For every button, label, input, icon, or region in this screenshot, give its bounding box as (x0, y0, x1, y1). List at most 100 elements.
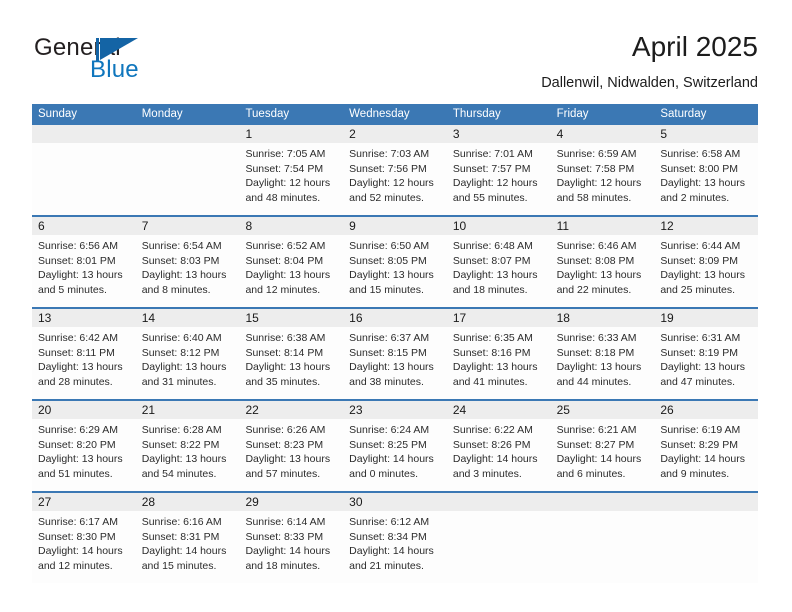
day-number[interactable]: 24 (447, 401, 551, 419)
day-cell[interactable]: Sunrise: 6:35 AM Sunset: 8:16 PM Daylight:… (447, 327, 551, 399)
day-daylight-line2-text: and 0 minutes. (349, 467, 419, 480)
day-cell[interactable]: Sunrise: 6:33 AM Sunset: 8:18 PM Daylight:… (551, 327, 655, 399)
day-number[interactable]: 22 (239, 401, 343, 419)
day-sunrise-text: Sunrise: 6:14 AM (245, 516, 326, 528)
day-number[interactable]: 16 (343, 309, 447, 327)
day-cell[interactable]: Sunrise: 6:54 AM Sunset: 8:03 PM Daylight:… (136, 235, 240, 307)
day-number[interactable]: 18 (551, 309, 655, 327)
day-number[interactable]: 15 (239, 309, 343, 327)
day-sunrise-text: Sunrise: 6:24 AM (349, 424, 430, 436)
day-cell[interactable]: Sunrise: 6:14 AM Sunset: 8:33 PM Daylight:… (239, 511, 343, 583)
day-number[interactable]: 20 (32, 401, 136, 419)
day-cell[interactable]: Sunrise: 6:12 AM Sunset: 8:34 PM Daylight:… (343, 511, 447, 583)
day-number[interactable]: 19 (654, 309, 758, 327)
day-number[interactable]: 14 (136, 309, 240, 327)
day-number[interactable]: 8 (239, 217, 343, 235)
week-daynumber-band: 20 21 22 23 24 25 26 (32, 401, 758, 419)
day-number[interactable]: 1 (239, 125, 343, 143)
day-sunset-text: Sunset: 8:07 PM (452, 254, 531, 267)
day-sunrise-text: Sunrise: 6:31 AM (660, 332, 741, 344)
day-sunset-text: Sunset: 7:57 PM (452, 162, 531, 175)
day-daylight-line2-text: and 28 minutes. (38, 375, 113, 388)
day-cell[interactable]: Sunrise: 6:28 AM Sunset: 8:22 PM Daylight:… (136, 419, 240, 491)
day-number[interactable]: 6 (32, 217, 136, 235)
day-number-empty (551, 493, 655, 511)
weekday-header-tuesday: Tuesday (245, 108, 290, 120)
day-number[interactable]: 26 (654, 401, 758, 419)
day-cell[interactable]: Sunrise: 6:19 AM Sunset: 8:29 PM Daylight:… (654, 419, 758, 491)
brand-logo[interactable]: General Blue (34, 34, 224, 88)
day-sunrise-text: Sunrise: 6:46 AM (556, 240, 637, 252)
day-daylight-line1-text: Daylight: 13 hours (38, 269, 123, 281)
day-cell[interactable]: Sunrise: 6:24 AM Sunset: 8:25 PM Daylight:… (343, 419, 447, 491)
page-header: General Blue April 2025 Dallenwil, Nidwa… (0, 0, 792, 100)
day-daylight-line1-text: Daylight: 13 hours (660, 269, 745, 281)
day-cell[interactable]: Sunrise: 7:01 AM Sunset: 7:57 PM Daylight:… (447, 143, 551, 215)
day-sunrise-text: Sunrise: 6:40 AM (141, 332, 222, 344)
day-cell[interactable]: Sunrise: 6:44 AM Sunset: 8:09 PM Daylight:… (654, 235, 758, 307)
day-cell[interactable]: Sunrise: 6:26 AM Sunset: 8:23 PM Daylight:… (239, 419, 343, 491)
day-number[interactable]: 4 (551, 125, 655, 143)
day-cell[interactable]: Sunrise: 6:42 AM Sunset: 8:11 PM Daylight:… (32, 327, 136, 399)
day-number[interactable]: 2 (343, 125, 447, 143)
day-sunset-text: Sunset: 8:16 PM (452, 346, 531, 359)
day-cell[interactable]: Sunrise: 6:29 AM Sunset: 8:20 PM Daylight:… (32, 419, 136, 491)
day-sunrise-text: Sunrise: 6:48 AM (452, 240, 533, 252)
day-cell[interactable]: Sunrise: 6:21 AM Sunset: 8:27 PM Daylight:… (551, 419, 655, 491)
day-number[interactable]: 3 (447, 125, 551, 143)
day-number[interactable]: 11 (551, 217, 655, 235)
day-daylight-line2-text: and 57 minutes. (245, 467, 321, 480)
day-cell[interactable]: Sunrise: 6:37 AM Sunset: 8:15 PM Daylight:… (343, 327, 447, 399)
day-sunrise-text: Sunrise: 6:12 AM (349, 516, 430, 528)
day-number[interactable]: 17 (447, 309, 551, 327)
day-sunrise-text: Sunrise: 6:19 AM (660, 424, 741, 436)
day-daylight-line1-text: Daylight: 13 hours (38, 453, 123, 465)
day-daylight-line1-text: Daylight: 14 hours (245, 545, 331, 557)
day-daylight-line2-text: and 38 minutes. (349, 375, 424, 388)
day-cell[interactable]: Sunrise: 7:05 AM Sunset: 7:54 PM Daylight:… (239, 143, 343, 215)
day-cell[interactable]: Sunrise: 6:52 AM Sunset: 8:04 PM Daylight:… (239, 235, 343, 307)
day-daylight-line2-text: and 41 minutes. (452, 375, 528, 388)
day-number[interactable]: 28 (136, 493, 240, 511)
day-number[interactable]: 25 (551, 401, 655, 419)
day-number[interactable]: 7 (136, 217, 240, 235)
day-daylight-line1-text: Daylight: 13 hours (660, 361, 745, 373)
day-cell[interactable]: Sunrise: 6:40 AM Sunset: 8:12 PM Daylight:… (136, 327, 240, 399)
day-number[interactable]: 12 (654, 217, 758, 235)
day-cell[interactable]: Sunrise: 6:58 AM Sunset: 8:00 PM Daylight:… (654, 143, 758, 215)
day-daylight-line2-text: and 12 minutes. (38, 559, 113, 572)
day-daylight-line1-text: Daylight: 13 hours (349, 269, 434, 281)
day-daylight-line1-text: Daylight: 14 hours (38, 545, 123, 557)
day-cell[interactable]: Sunrise: 6:16 AM Sunset: 8:31 PM Daylight:… (136, 511, 240, 583)
day-number[interactable]: 30 (343, 493, 447, 511)
day-number[interactable]: 9 (343, 217, 447, 235)
day-cell[interactable]: Sunrise: 6:17 AM Sunset: 8:30 PM Daylight:… (32, 511, 136, 583)
day-cell[interactable]: Sunrise: 6:59 AM Sunset: 7:58 PM Daylight:… (551, 143, 655, 215)
day-sunrise-text: Sunrise: 6:26 AM (245, 424, 326, 436)
day-cell[interactable]: Sunrise: 6:22 AM Sunset: 8:26 PM Daylight:… (447, 419, 551, 491)
day-cell[interactable]: Sunrise: 6:56 AM Sunset: 8:01 PM Daylight:… (32, 235, 136, 307)
week-daynumber-band: 12345 (32, 125, 758, 143)
day-daylight-line2-text: and 48 minutes. (245, 191, 321, 204)
day-number[interactable]: 27 (32, 493, 136, 511)
day-sunrise-text: Sunrise: 6:52 AM (245, 240, 326, 252)
day-cell[interactable]: Sunrise: 6:31 AM Sunset: 8:19 PM Daylight:… (654, 327, 758, 399)
day-number[interactable]: 21 (136, 401, 240, 419)
day-cell[interactable]: Sunrise: 7:03 AM Sunset: 7:56 PM Daylight:… (343, 143, 447, 215)
day-cell[interactable]: Sunrise: 6:48 AM Sunset: 8:07 PM Daylight:… (447, 235, 551, 307)
day-number[interactable]: 10 (447, 217, 551, 235)
day-cell[interactable]: Sunrise: 6:50 AM Sunset: 8:05 PM Daylight:… (343, 235, 447, 307)
day-sunset-text: Sunset: 8:04 PM (245, 254, 324, 267)
day-number[interactable]: 5 (654, 125, 758, 143)
day-number[interactable]: 13 (32, 309, 136, 327)
day-sunset-text: Sunset: 8:00 PM (660, 162, 738, 175)
day-cell[interactable]: Sunrise: 6:46 AM Sunset: 8:08 PM Daylight:… (551, 235, 655, 307)
day-sunrise-text: Sunrise: 6:38 AM (245, 332, 326, 344)
day-daylight-line1-text: Daylight: 14 hours (349, 545, 434, 557)
day-number[interactable]: 29 (239, 493, 343, 511)
day-cell[interactable]: Sunrise: 6:38 AM Sunset: 8:14 PM Daylight:… (239, 327, 343, 399)
day-number[interactable]: 23 (343, 401, 447, 419)
week-detail-band: Sunrise: 6:29 AM Sunset: 8:20 PM Daylight:… (32, 419, 758, 491)
day-daylight-line1-text: Daylight: 13 hours (452, 269, 538, 281)
day-sunset-text: Sunset: 8:09 PM (660, 254, 738, 267)
